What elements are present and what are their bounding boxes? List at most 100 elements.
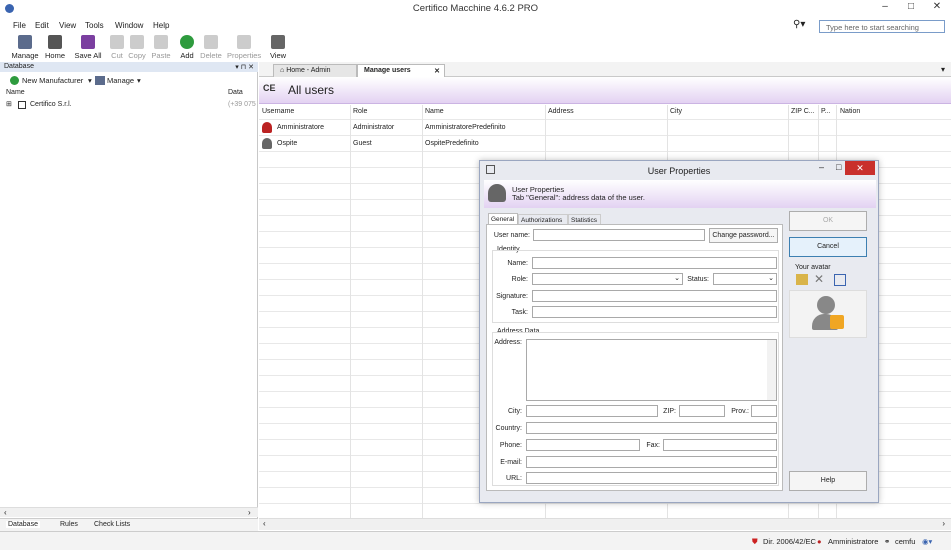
cut-button[interactable]: Cut — [108, 35, 126, 60]
table-cell-role[interactable]: Guest — [353, 140, 372, 147]
ok-button[interactable]: OK — [789, 211, 867, 231]
status-user[interactable]: Amministratore — [828, 537, 878, 546]
close-icon[interactable]: ✕ — [434, 67, 440, 75]
prov-field[interactable] — [751, 405, 777, 417]
column-nation[interactable]: Nation — [840, 108, 860, 115]
scissors-icon — [110, 35, 124, 49]
tree-item[interactable]: ⊞ Certifico S.r.l. (+39 075 — [0, 100, 258, 111]
close-button[interactable]: ✕ — [928, 0, 946, 15]
new-manufacturer-button[interactable]: New Manufacturer — [22, 76, 83, 85]
folder-icon[interactable] — [796, 274, 808, 285]
menu-file[interactable]: File — [13, 21, 26, 30]
email-label: E-mail: — [500, 459, 522, 466]
fax-field[interactable] — [663, 439, 777, 451]
horizontal-scrollbar[interactable]: ‹ › — [0, 507, 258, 517]
view-icon — [271, 35, 285, 49]
column-province[interactable]: P... — [821, 108, 831, 115]
menu-view[interactable]: View — [59, 21, 76, 30]
status-select[interactable]: ⌄ — [713, 273, 777, 285]
maximize-button[interactable]: □ — [836, 162, 841, 172]
task-field[interactable] — [532, 306, 777, 318]
expand-icon[interactable]: ⊞ — [6, 100, 12, 108]
avatar-head-icon — [817, 296, 835, 314]
save-all-button[interactable]: Save All — [73, 35, 103, 60]
column-data[interactable]: Data — [228, 89, 243, 96]
tab-rules[interactable]: Rules — [60, 521, 78, 528]
tab-home-admin[interactable]: ⌂ Home - Admin — [273, 64, 357, 77]
status-label: Status: — [687, 276, 709, 283]
country-field[interactable] — [526, 422, 777, 434]
page-title: All users — [288, 83, 335, 97]
zip-label: ZIP: — [663, 408, 676, 415]
address-textarea[interactable] — [526, 339, 777, 401]
table-cell-role[interactable]: Administrator — [353, 124, 394, 131]
admin-user-icon — [262, 122, 272, 133]
manage-button[interactable]: Manage — [11, 35, 39, 60]
role-select[interactable]: ⌄ — [532, 273, 683, 285]
globe-icon[interactable]: ◉▾ — [922, 537, 932, 546]
role-label: Role: — [511, 276, 528, 283]
table-cell-username[interactable]: Ospite — [277, 140, 297, 147]
table-cell-name[interactable]: AmministratorePredefinito — [425, 124, 506, 131]
panel-controls-icon[interactable]: ▾ ⊓ ✕ — [235, 63, 254, 71]
city-field[interactable] — [526, 405, 658, 417]
menu-edit[interactable]: Edit — [35, 21, 49, 30]
horizontal-scrollbar[interactable]: ‹ › — [259, 518, 951, 530]
tab-check-lists[interactable]: Check Lists — [94, 521, 130, 528]
status-host[interactable]: cemfu — [895, 537, 915, 546]
help-button[interactable]: Help — [789, 471, 867, 491]
tab-manage-users[interactable]: Manage users ✕ — [357, 64, 445, 77]
name-field[interactable] — [532, 257, 777, 269]
document-tab-bar: ⌂ Home - Admin Manage users ✕ ▾ — [259, 62, 951, 77]
search-icon[interactable]: ⚲▾ — [793, 19, 805, 30]
column-role[interactable]: Role — [353, 108, 367, 115]
avatar-label: Your avatar — [795, 264, 831, 271]
menu-tools[interactable]: Tools — [85, 21, 104, 30]
tab-database[interactable]: Database — [6, 521, 40, 528]
column-name[interactable]: Name — [6, 89, 25, 96]
paste-button[interactable]: Paste — [150, 35, 172, 60]
lock-window-icon[interactable] — [834, 274, 846, 286]
home-button[interactable]: Home — [43, 35, 67, 60]
copy-button[interactable]: Copy — [127, 35, 147, 60]
minimize-button[interactable]: – — [819, 162, 824, 172]
zip-field[interactable] — [679, 405, 725, 417]
chevron-down-icon[interactable]: ▾ — [88, 76, 92, 85]
url-field[interactable] — [526, 472, 777, 484]
column-username[interactable]: Username — [262, 108, 294, 115]
table-cell-username[interactable]: Amministratore — [277, 124, 324, 131]
url-label: URL: — [506, 475, 522, 482]
user-name-field[interactable] — [533, 229, 705, 241]
column-name[interactable]: Name — [425, 108, 444, 115]
search-input[interactable]: Type here to start searching — [819, 20, 945, 33]
close-icon[interactable]: ✕ — [814, 272, 824, 286]
manage-dropdown[interactable]: Manage — [107, 76, 134, 85]
paste-icon — [154, 35, 168, 49]
minimize-button[interactable]: – — [876, 0, 894, 15]
menu-window[interactable]: Window — [115, 21, 143, 30]
chevron-down-icon[interactable]: ▾ — [137, 76, 141, 85]
delete-button[interactable]: Delete — [199, 35, 223, 60]
add-button[interactable]: Add — [178, 35, 196, 60]
status-directive[interactable]: Dir. 2006/42/EC — [763, 537, 816, 546]
change-password-button[interactable]: Change password... — [709, 228, 778, 243]
view-button[interactable]: View — [268, 35, 288, 60]
link-icon: ⚭ — [884, 537, 891, 546]
city-label: City: — [508, 408, 522, 415]
close-button[interactable]: ✕ — [845, 161, 875, 175]
column-city[interactable]: City — [670, 108, 682, 115]
status-bar: ⛊ Dir. 2006/42/EC ● Amministratore ⚭ cem… — [0, 531, 951, 550]
signature-field[interactable] — [532, 290, 777, 302]
table-cell-name[interactable]: OspitePredefinito — [425, 140, 479, 147]
task-label: Task: — [511, 309, 528, 316]
chevron-down-icon[interactable]: ▾ — [941, 65, 945, 74]
column-address[interactable]: Address — [548, 108, 574, 115]
email-field[interactable] — [526, 456, 777, 468]
maximize-button[interactable]: □ — [902, 0, 920, 15]
phone-field[interactable] — [526, 439, 640, 451]
cancel-button[interactable]: Cancel — [789, 237, 867, 257]
menu-help[interactable]: Help — [153, 21, 169, 30]
vertical-scrollbar[interactable] — [767, 340, 776, 400]
properties-button[interactable]: Properties — [227, 35, 261, 60]
column-zip[interactable]: ZIP C... — [791, 108, 815, 115]
